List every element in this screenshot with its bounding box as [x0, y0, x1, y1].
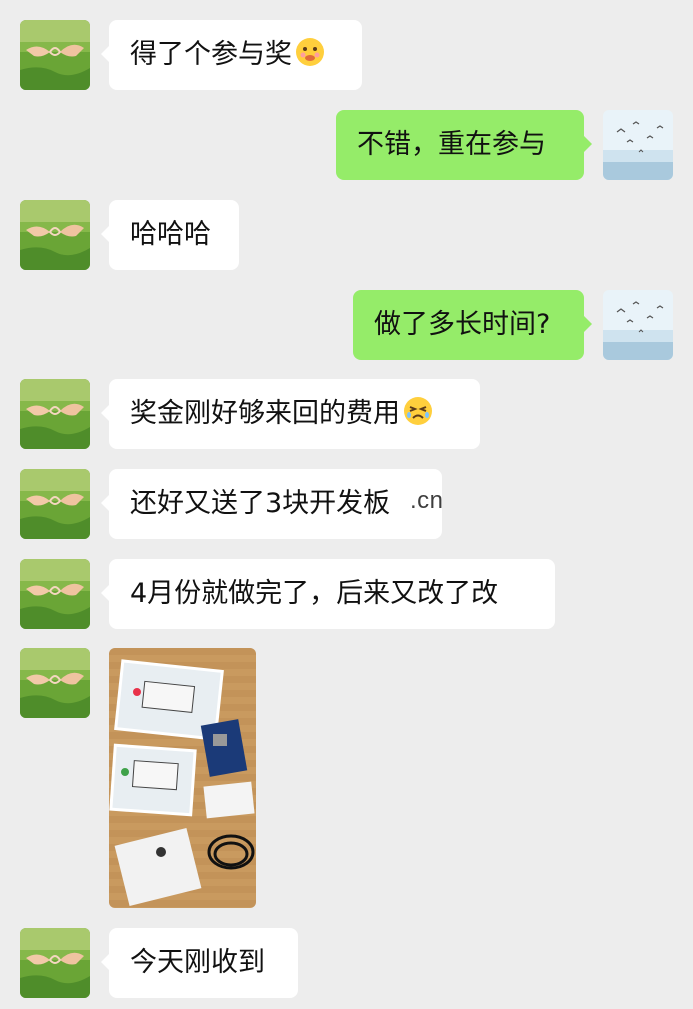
message-bubble-incoming[interactable]: 还好又送了3块开发板 [101, 469, 442, 539]
message-text: 得了个参与奖 [130, 39, 292, 70]
watermark-text: .cn [410, 487, 444, 514]
photo-message[interactable] [109, 648, 256, 908]
message-text: 做了多长时间? [374, 309, 551, 340]
message-text: 奖金刚好够来回的费用 [130, 398, 400, 429]
my-avatar[interactable] [603, 110, 673, 180]
contact-avatar[interactable] [20, 200, 90, 270]
message-bubble-outgoing[interactable]: 不错，重在参与 [336, 110, 592, 180]
contact-avatar[interactable] [20, 379, 90, 449]
contact-avatar[interactable] [20, 928, 90, 998]
chat-window[interactable]: 得了个参与奖 不错，重在参与 哈哈哈 做了多长时间? 奖金刚好够来回的费用 还好… [0, 0, 693, 1009]
message-bubble-incoming[interactable]: 奖金刚好够来回的费用 [101, 379, 480, 449]
message-bubble-incoming[interactable]: 今天刚收到 [101, 928, 298, 998]
message-text: 哈哈哈 [130, 219, 211, 250]
contact-avatar[interactable] [20, 648, 90, 718]
message-text: 4月份就做完了，后来又改了改 [130, 578, 499, 609]
drooling-face-emoji [296, 38, 324, 66]
contact-avatar[interactable] [20, 20, 90, 90]
message-text: 不错，重在参与 [357, 129, 546, 160]
tired-face-emoji [404, 397, 432, 425]
message-bubble-outgoing[interactable]: 做了多长时间? [353, 290, 592, 360]
my-avatar[interactable] [603, 290, 673, 360]
message-bubble-incoming[interactable]: 得了个参与奖 [101, 20, 362, 90]
message-bubble-incoming[interactable]: 哈哈哈 [101, 200, 239, 270]
message-bubble-incoming[interactable]: 4月份就做完了，后来又改了改 [101, 559, 555, 629]
message-text: 今天刚收到 [130, 947, 265, 978]
contact-avatar[interactable] [20, 469, 90, 539]
dev-boards-photo [109, 648, 256, 908]
message-text: 还好又送了3块开发板 [130, 488, 391, 519]
contact-avatar[interactable] [20, 559, 90, 629]
